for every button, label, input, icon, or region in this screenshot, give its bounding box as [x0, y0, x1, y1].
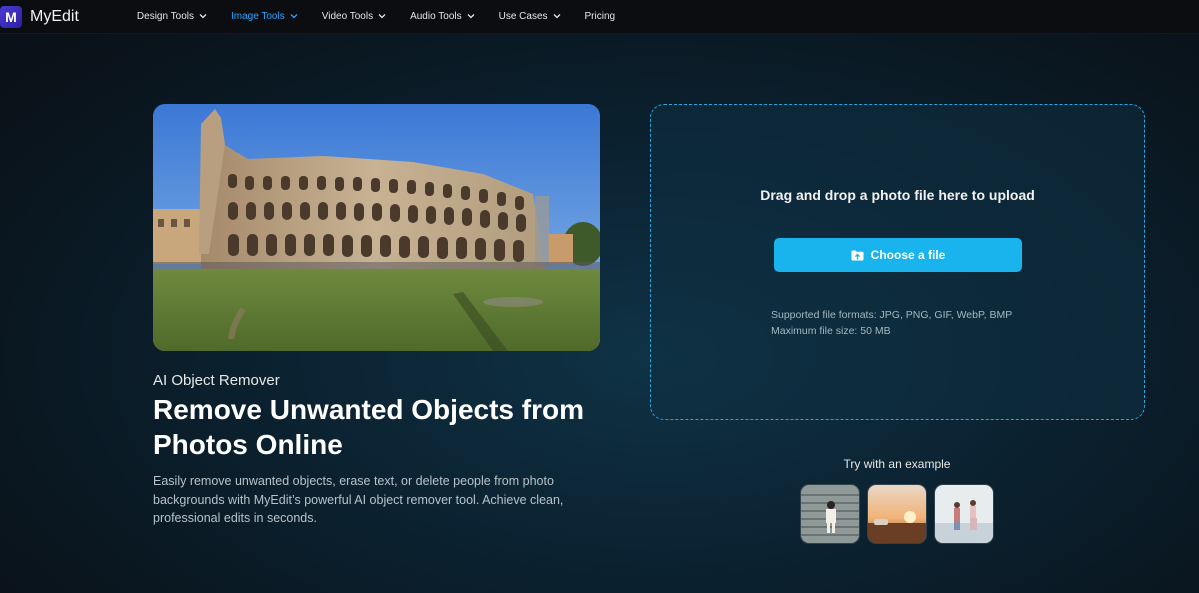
max-file-size: Maximum file size: 50 MB	[771, 325, 891, 337]
chevron-down-icon	[378, 12, 386, 21]
nav-audio-tools[interactable]: Audio Tools	[410, 11, 475, 22]
example-thumbnails	[800, 484, 1001, 544]
brand-name: MyEdit	[30, 7, 79, 25]
example-thumbnail-people-beach[interactable]	[934, 484, 994, 544]
file-requirements: Supported file formats: JPG, PNG, GIF, W…	[771, 307, 1012, 339]
supported-formats: Supported file formats: JPG, PNG, GIF, W…	[771, 309, 1013, 321]
main-nav: Design Tools Image Tools Video Tools Aud…	[137, 11, 639, 22]
try-example-label: Try with an example	[843, 457, 951, 471]
nav-label: Use Cases	[498, 11, 548, 22]
page-description: Easily remove unwanted objects, erase te…	[153, 474, 564, 525]
folder-upload-icon	[851, 250, 864, 261]
nav-video-tools[interactable]: Video Tools	[322, 11, 386, 22]
nav-image-tools[interactable]: Image Tools	[231, 11, 298, 22]
page-title: Remove Unwanted Objects from Photos Onli…	[153, 394, 584, 460]
nav-label: Audio Tools	[410, 11, 462, 22]
logo[interactable]: M MyEdit	[0, 5, 79, 28]
chevron-down-icon	[553, 12, 561, 21]
nav-label: Pricing	[584, 11, 616, 22]
example-thumbnail-sunset-car[interactable]	[867, 484, 927, 544]
nav-label: Image Tools	[230, 11, 285, 22]
logo-icon: M	[0, 5, 22, 28]
choose-file-button[interactable]: Choose a file	[774, 238, 1022, 272]
hero-image-colosseum	[153, 104, 600, 351]
nav-use-cases[interactable]: Use Cases	[499, 11, 561, 22]
nav-design-tools[interactable]: Design Tools	[137, 11, 207, 22]
upload-dropzone[interactable]: Drag and drop a photo file here to uploa…	[650, 104, 1145, 420]
top-navigation-bar: M MyEdit Design Tools Image Tools Video …	[0, 0, 1199, 34]
nav-label: Video Tools	[321, 11, 374, 22]
choose-file-label: Choose a file	[870, 248, 946, 262]
example-thumbnail-person-stairs[interactable]	[800, 484, 860, 544]
chevron-down-icon	[467, 12, 475, 21]
chevron-down-icon	[290, 12, 298, 21]
dropzone-instruction: Drag and drop a photo file here to uploa…	[760, 187, 1035, 203]
tool-subtitle: AI Object Remover	[153, 372, 280, 389]
nav-pricing[interactable]: Pricing	[585, 11, 616, 22]
nav-label: Design Tools	[136, 11, 194, 22]
chevron-down-icon	[199, 12, 207, 21]
